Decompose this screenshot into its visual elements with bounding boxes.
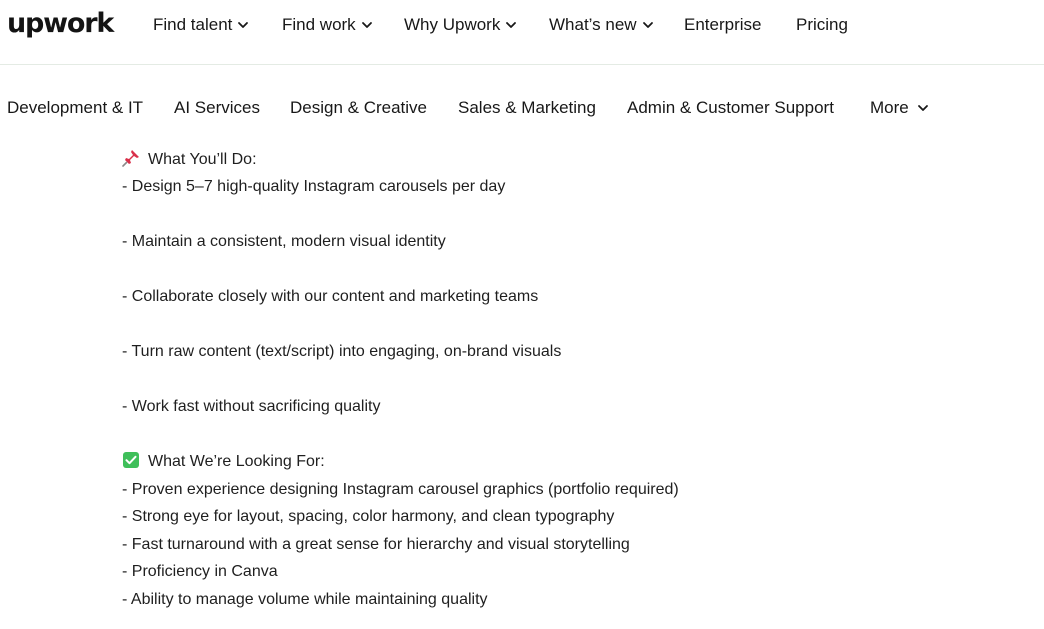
check-mark-button-icon	[123, 451, 139, 468]
list-item: - Design 5–7 high-quality Instagram caro…	[122, 178, 506, 195]
section-heading-what-were-looking-for: What We’re Looking For:	[122, 450, 325, 474]
chevron-down-icon	[917, 104, 928, 111]
top-navigation-bar: upwork Find talent Find work Why Upwork …	[0, 0, 1044, 65]
list-item: - Proficiency in Canva	[122, 563, 278, 580]
chevron-down-icon	[361, 21, 372, 28]
category-ai-services[interactable]: AI Services	[174, 97, 260, 119]
nav-enterprise-label: Enterprise	[684, 15, 762, 34]
chevron-down-icon	[506, 21, 517, 28]
category-development-it[interactable]: Development & IT	[7, 97, 143, 119]
nav-pricing[interactable]: Pricing	[796, 14, 848, 36]
list-item: - Maintain a consistent, modern visual i…	[122, 233, 446, 250]
list-item: - Work fast without sacrificing quality	[122, 398, 381, 415]
category-more-dropdown[interactable]: More	[870, 97, 929, 119]
section-heading-text: What We’re Looking For:	[148, 453, 325, 470]
nav-why-upwork-label: Why Upwork	[404, 15, 501, 34]
chevron-down-icon	[238, 21, 249, 28]
category-admin-customer-support[interactable]: Admin & Customer Support	[627, 97, 834, 119]
nav-find-work[interactable]: Find work	[282, 14, 373, 36]
nav-find-talent-label: Find talent	[153, 15, 233, 34]
category-sales-marketing[interactable]: Sales & Marketing	[458, 97, 596, 119]
list-item: - Strong eye for layout, spacing, color …	[122, 508, 615, 525]
list-item: - Fast turnaround with a great sense for…	[122, 536, 630, 553]
nav-whats-new-label: What’s new	[549, 15, 637, 34]
nav-find-talent[interactable]: Find talent	[153, 14, 249, 36]
chevron-down-icon	[642, 21, 653, 28]
list-item: - Proven experience designing Instagram …	[122, 481, 679, 498]
pushpin-icon	[122, 149, 139, 167]
nav-enterprise[interactable]: Enterprise	[684, 14, 761, 36]
category-design-creative[interactable]: Design & Creative	[290, 97, 427, 119]
section-heading-text: What You’ll Do:	[148, 151, 257, 168]
upwork-logo[interactable]: upwork	[7, 6, 114, 42]
list-item: - Turn raw content (text/script) into en…	[122, 343, 562, 360]
nav-pricing-label: Pricing	[796, 15, 848, 34]
nav-whats-new[interactable]: What’s new	[549, 14, 654, 36]
category-navigation-bar: Development & IT AI Services Design & Cr…	[0, 94, 1044, 122]
list-item: - Ability to manage volume while maintai…	[122, 591, 488, 608]
nav-find-work-label: Find work	[282, 15, 356, 34]
nav-why-upwork[interactable]: Why Upwork	[404, 14, 517, 36]
list-item: - Collaborate closely with our content a…	[122, 288, 539, 305]
category-more-label: More	[870, 98, 909, 117]
section-heading-what-youll-do: What You’ll Do:	[122, 148, 257, 172]
